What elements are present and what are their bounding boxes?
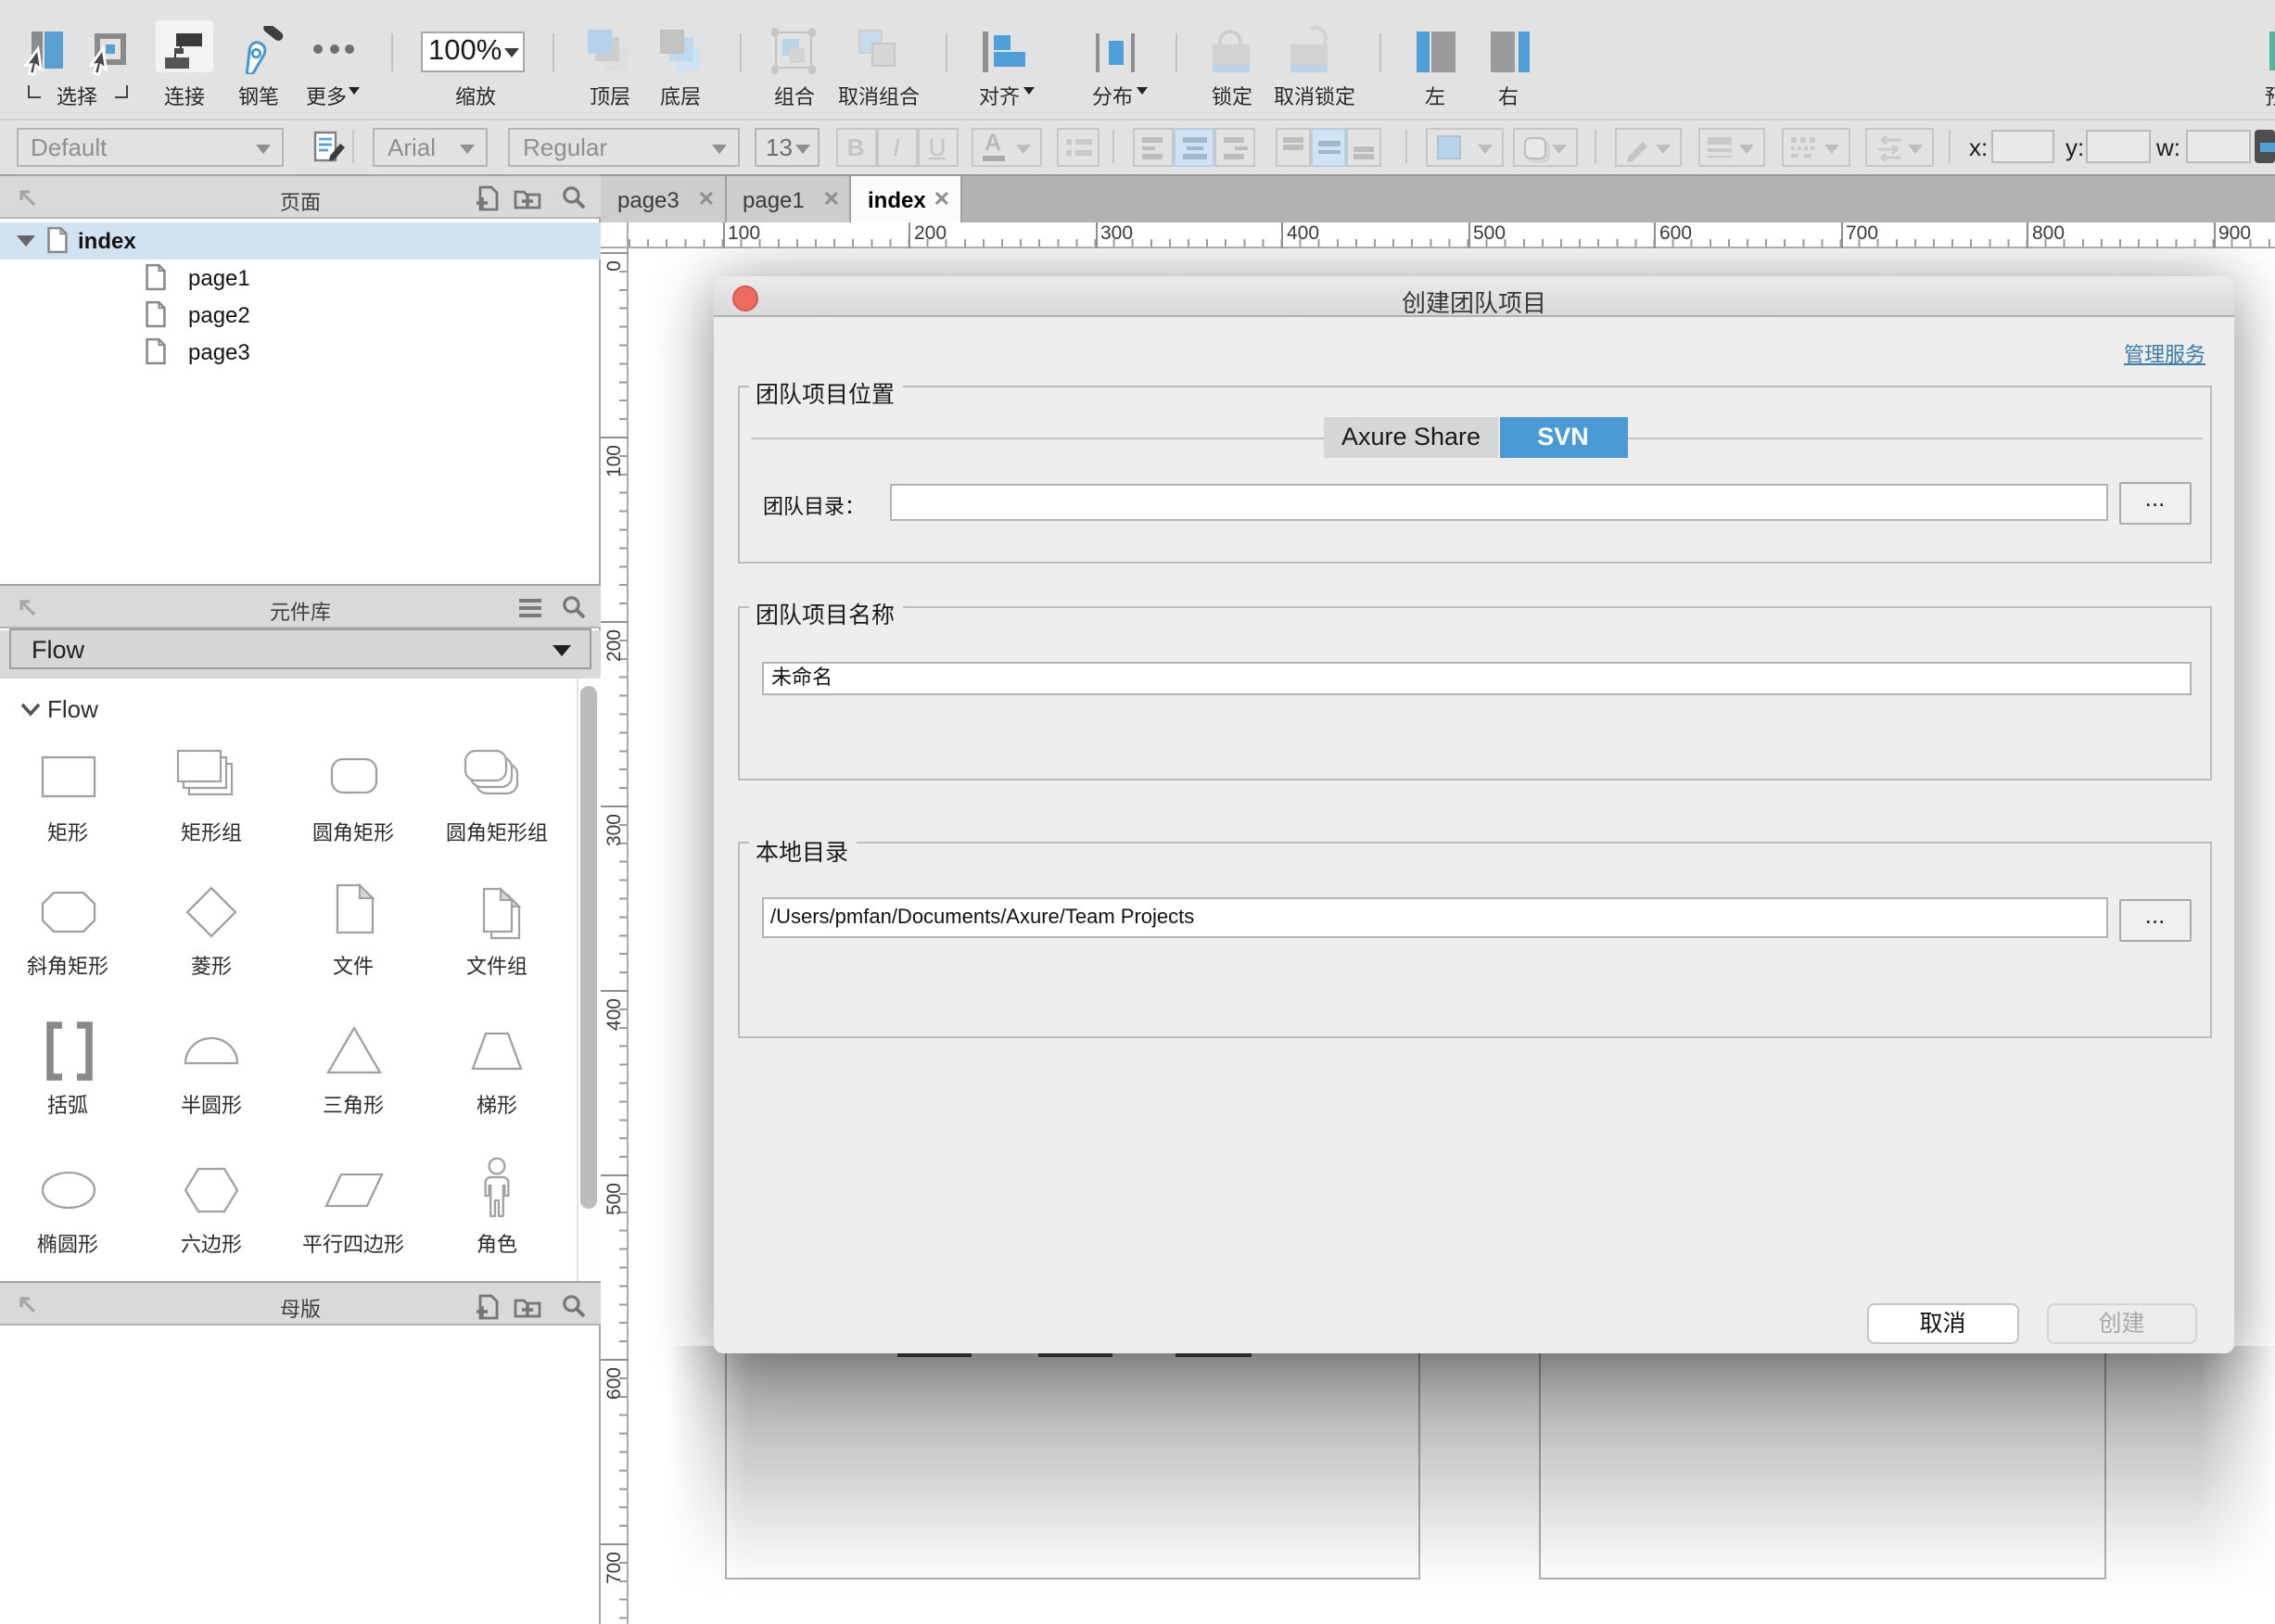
svg-text:500: 500: [604, 1183, 625, 1215]
svg-text:700: 700: [604, 1552, 625, 1584]
svg-text:0: 0: [604, 260, 625, 272]
svg-text:300: 300: [604, 814, 625, 846]
svg-text:400: 400: [604, 998, 625, 1031]
svg-text:200: 200: [604, 629, 625, 662]
svg-text:100: 100: [604, 445, 625, 477]
svg-text:600: 600: [604, 1367, 625, 1400]
